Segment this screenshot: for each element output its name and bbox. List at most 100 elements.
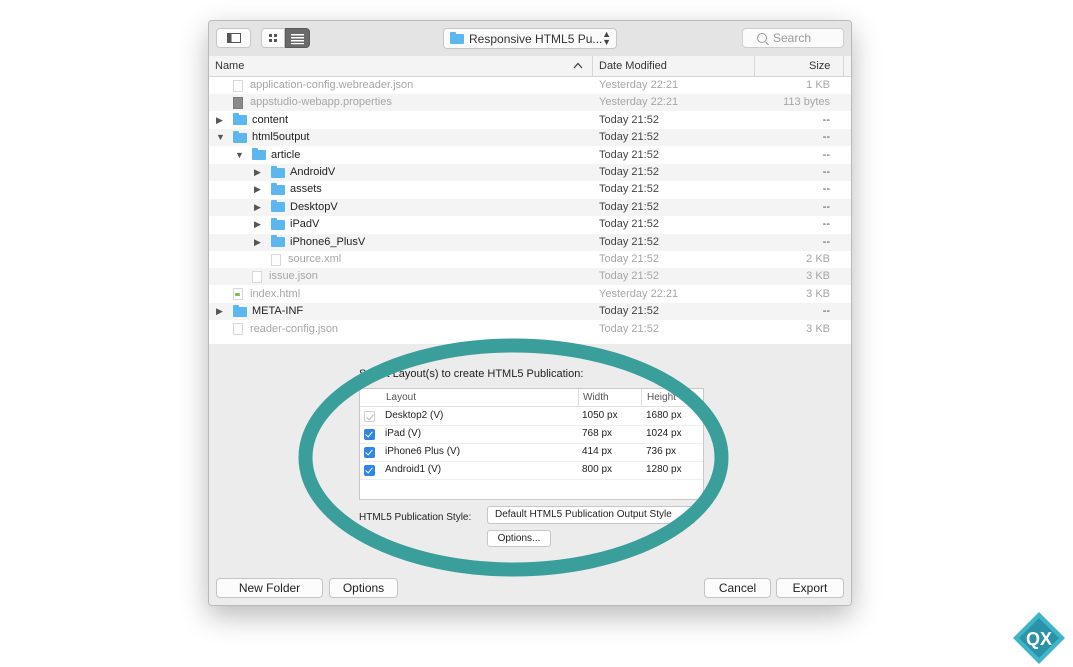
- file-size: --: [822, 200, 830, 213]
- publication-style-popup[interactable]: Default HTML5 Publication Output Style: [487, 506, 695, 524]
- column-name-header[interactable]: Name: [215, 60, 244, 72]
- layout-width: 414 px: [582, 446, 613, 457]
- file-name: META-INF: [252, 305, 304, 318]
- file-name-cell: html5output: [233, 129, 309, 146]
- file-name-cell: iPadV: [271, 216, 319, 233]
- file-size: 113 bytes: [783, 96, 830, 109]
- disclosure-collapsed-icon[interactable]: ▶: [254, 181, 261, 198]
- file-date: Today 21:52: [599, 166, 659, 178]
- file-size: 3 KB: [806, 270, 830, 283]
- file-size: --: [822, 131, 830, 144]
- sort-ascending-icon: [573, 62, 583, 69]
- file-date: Today 21:52: [599, 305, 659, 318]
- file-row[interactable]: reader-config.json Today 21:52 3 KB: [209, 321, 851, 338]
- layout-instruction: Select Layout(s) to create HTML5 Publica…: [359, 368, 584, 380]
- column-size-header[interactable]: Size: [809, 60, 830, 72]
- file-row[interactable]: ▶ assets Today 21:52 --: [209, 181, 851, 198]
- file-date: Today 21:52: [599, 218, 659, 231]
- layout-height: 736 px: [646, 446, 677, 457]
- column-date-header[interactable]: Date Modified: [599, 60, 667, 72]
- disclosure-expanded-icon[interactable]: ▼: [235, 147, 244, 164]
- file-date: Today 21:52: [599, 200, 659, 213]
- file-name: assets: [290, 183, 322, 196]
- document-icon: [252, 270, 262, 283]
- file-name-cell: application-config.webreader.json: [233, 77, 413, 94]
- list-view-button[interactable]: [285, 28, 310, 48]
- width-column-header: Width: [583, 392, 609, 403]
- icon-view-button[interactable]: [261, 28, 285, 48]
- file-row[interactable]: ▶ META-INF Today 21:52 --: [209, 303, 851, 321]
- folder-icon: [233, 304, 247, 317]
- column-separator: [578, 389, 579, 406]
- disclosure-collapsed-icon[interactable]: ▶: [216, 303, 223, 320]
- file-row[interactable]: issue.json Today 21:52 3 KB: [209, 268, 851, 286]
- export-button[interactable]: Export: [776, 578, 844, 598]
- disclosure-collapsed-icon[interactable]: ▶: [216, 112, 223, 129]
- disclosure-collapsed-icon[interactable]: ▶: [254, 164, 261, 181]
- file-size: 1 KB: [806, 79, 830, 91]
- folder-icon: [271, 217, 285, 230]
- file-name-cell: assets: [271, 181, 322, 198]
- file-name: iPadV: [290, 218, 320, 231]
- file-size: --: [822, 218, 830, 231]
- layout-row[interactable]: Android1 (V) 800 px 1280 px: [360, 461, 703, 480]
- file-name: application-config.webreader.json: [250, 79, 414, 91]
- list-icon: [291, 34, 304, 45]
- layout-options-button[interactable]: Options...: [487, 530, 551, 547]
- layout-height: 1280 px: [646, 464, 682, 475]
- file-name: index.html: [250, 287, 301, 300]
- folder-icon: [450, 31, 464, 44]
- layout-row[interactable]: iPad (V) 768 px 1024 px: [360, 425, 703, 444]
- sidebar-icon: [227, 33, 241, 43]
- search-field[interactable]: Search: [742, 28, 844, 48]
- file-name: source.xml: [288, 253, 342, 265]
- file-row[interactable]: ▶ iPadV Today 21:52 --: [209, 216, 851, 233]
- disclosure-collapsed-icon[interactable]: ▶: [254, 216, 261, 233]
- file-date: Today 21:52: [599, 322, 659, 335]
- quarkxpress-logo: QX: [1013, 612, 1065, 664]
- file-name: AndroidV: [290, 166, 336, 178]
- layout-row[interactable]: iPhone6 Plus (V) 414 px 736 px: [360, 443, 703, 462]
- file-size: --: [822, 113, 830, 126]
- file-row[interactable]: ▼ html5output Today 21:52 --: [209, 129, 851, 147]
- file-row[interactable]: ▶ content Today 21:52 --: [209, 112, 851, 129]
- logo-text: QX: [1026, 629, 1052, 649]
- publication-style-label: HTML5 Publication Style:: [359, 512, 472, 523]
- layout-table-header: Layout Width Height: [360, 389, 703, 407]
- folder-icon: [271, 165, 285, 178]
- layout-checkbox[interactable]: [364, 465, 375, 476]
- column-separator: [641, 389, 642, 406]
- layout-column-header: Layout: [386, 392, 417, 403]
- file-row[interactable]: index.html Yesterday 22:21 3 KB: [209, 286, 851, 303]
- file-row[interactable]: ▶ AndroidV Today 21:52 --: [209, 164, 851, 181]
- layout-name: iPhone6 Plus (V): [385, 446, 461, 457]
- file-name-cell: article: [252, 147, 300, 164]
- file-row[interactable]: ▶ DesktopV Today 21:52 --: [209, 198, 851, 216]
- file-size: --: [822, 166, 830, 178]
- file-row[interactable]: source.xml Today 21:52 2 KB: [209, 251, 851, 268]
- layout-row[interactable]: Desktop2 (V) 1050 px 1680 px: [360, 407, 703, 426]
- layout-checkbox[interactable]: [364, 447, 375, 458]
- location-popup[interactable]: Responsive HTML5 Pu... ▲ ▼: [443, 28, 617, 49]
- document-icon: [271, 253, 281, 266]
- file-date: Today 21:52: [599, 270, 659, 283]
- disclosure-collapsed-icon[interactable]: ▶: [254, 234, 261, 251]
- disclosure-collapsed-icon[interactable]: ▶: [254, 199, 261, 216]
- file-row[interactable]: appstudio-webapp.properties Yesterday 22:…: [209, 94, 851, 112]
- file-row[interactable]: ▶ iPhone6_PlusV Today 21:52 --: [209, 233, 851, 251]
- file-list[interactable]: application-config.webreader.json Yesterd…: [209, 77, 851, 344]
- file-name-cell: issue.json: [252, 268, 318, 285]
- file-date: Today 21:52: [599, 253, 659, 265]
- disclosure-expanded-icon[interactable]: ▼: [216, 129, 225, 146]
- layout-checkbox[interactable]: [364, 429, 375, 440]
- new-folder-button[interactable]: New Folder: [216, 578, 323, 598]
- search-placeholder: Search: [773, 31, 812, 45]
- file-row[interactable]: application-config.webreader.json Yesterd…: [209, 77, 851, 94]
- cancel-button[interactable]: Cancel: [704, 578, 771, 598]
- sidebar-toggle-button[interactable]: [216, 28, 251, 48]
- location-label: Responsive HTML5 Pu...: [469, 31, 603, 46]
- file-row[interactable]: ▼ article Today 21:52 --: [209, 147, 851, 164]
- options-button[interactable]: Options: [329, 578, 398, 598]
- updown-arrows-icon: ▲ ▼: [602, 29, 611, 47]
- layout-height: 1680 px: [646, 410, 682, 421]
